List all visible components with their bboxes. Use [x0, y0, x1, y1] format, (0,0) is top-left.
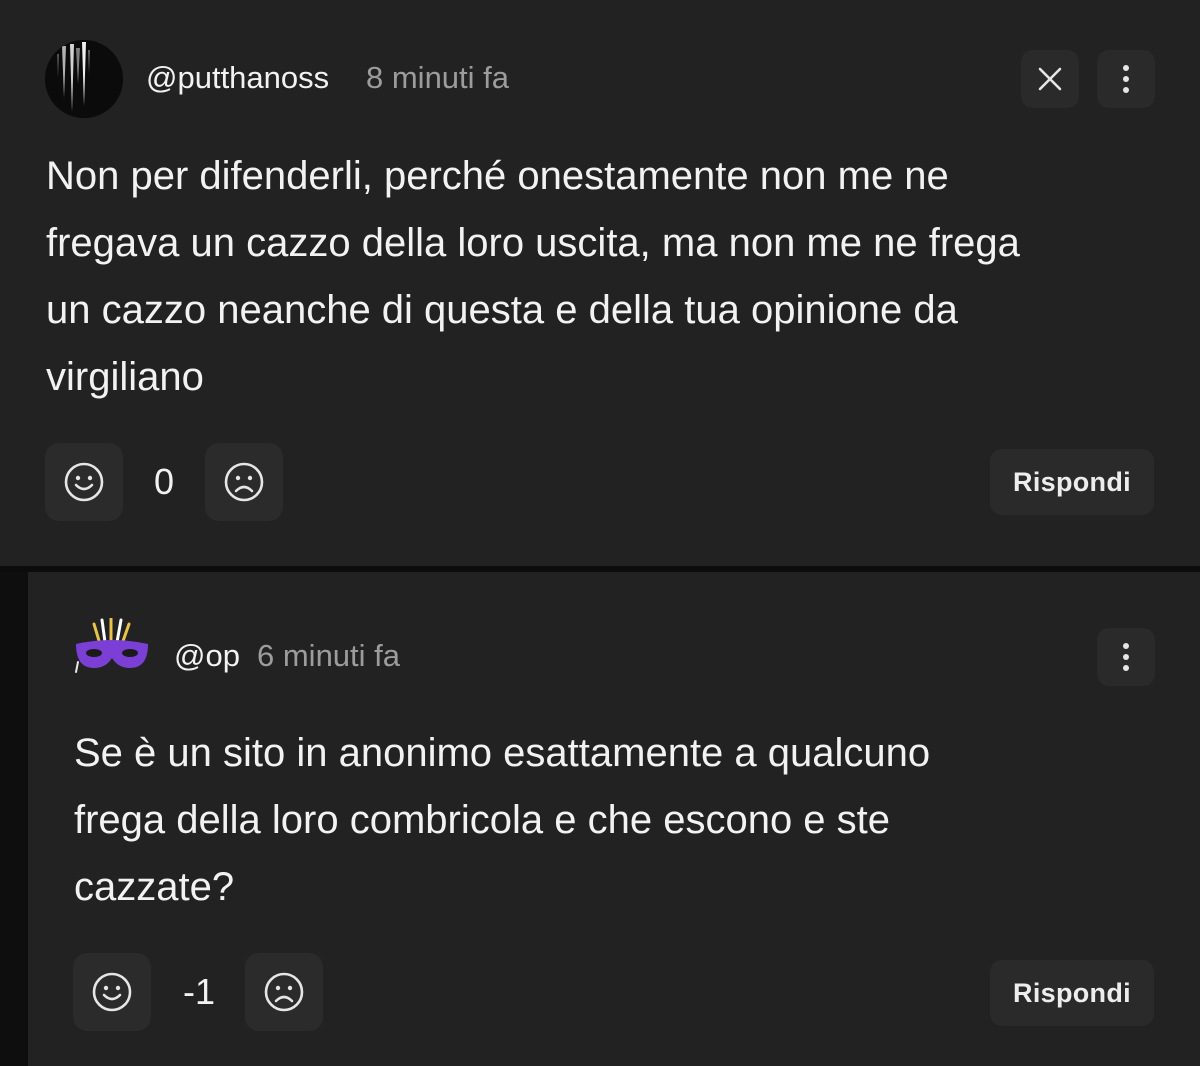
- frown-icon: [224, 462, 264, 502]
- comment-line: virgiliano: [46, 355, 204, 399]
- smile-icon: [64, 462, 104, 502]
- upvote-button[interactable]: [73, 953, 151, 1031]
- comment-line: Se è un sito in anonimo esattamente a qu…: [74, 731, 931, 775]
- comment-card: @putthanoss 8 minuti fa Non per difender…: [0, 0, 1200, 566]
- more-options-button[interactable]: [1097, 50, 1155, 108]
- upvote-button[interactable]: [45, 443, 123, 521]
- username[interactable]: @putthanoss: [146, 60, 329, 96]
- timestamp: 8 minuti fa: [366, 60, 510, 95]
- comment-body: Se è un sito in anonimo esattamente a qu…: [74, 720, 930, 921]
- vote-score: 0: [153, 461, 175, 502]
- avatar[interactable]: [45, 40, 123, 118]
- timestamp: 6 minuti fa: [257, 638, 401, 673]
- kebab-menu-icon: [1123, 643, 1129, 671]
- reply-button[interactable]: Rispondi: [990, 960, 1154, 1026]
- smile-icon: [92, 972, 132, 1012]
- downvote-button[interactable]: [245, 953, 323, 1031]
- thread-indent-bar: [0, 572, 28, 1066]
- comment-line: Non per difenderli, perché onestamente n…: [46, 154, 949, 198]
- comment-line: un cazzo neanche di questa e della tua o…: [46, 288, 958, 332]
- username[interactable]: @op: [174, 638, 240, 674]
- downvote-button[interactable]: [205, 443, 283, 521]
- comment-line: fregava un cazzo della loro uscita, ma n…: [46, 221, 1020, 265]
- comment-body: Non per difenderli, perché onestamente n…: [46, 143, 1020, 411]
- close-button[interactable]: [1021, 50, 1079, 108]
- reply-button[interactable]: Rispondi: [990, 449, 1154, 515]
- frown-icon: [264, 972, 304, 1012]
- reply-comment-card: @op 6 minuti fa Se è un sito in anonimo …: [28, 572, 1200, 1066]
- kebab-menu-icon: [1123, 65, 1129, 93]
- close-icon: [1038, 67, 1062, 91]
- vote-score: -1: [182, 971, 215, 1012]
- avatar[interactable]: [74, 616, 150, 684]
- comment-line: cazzate?: [74, 865, 235, 909]
- more-options-button[interactable]: [1097, 628, 1155, 686]
- comment-line: frega della loro combricola e che escono…: [74, 798, 891, 842]
